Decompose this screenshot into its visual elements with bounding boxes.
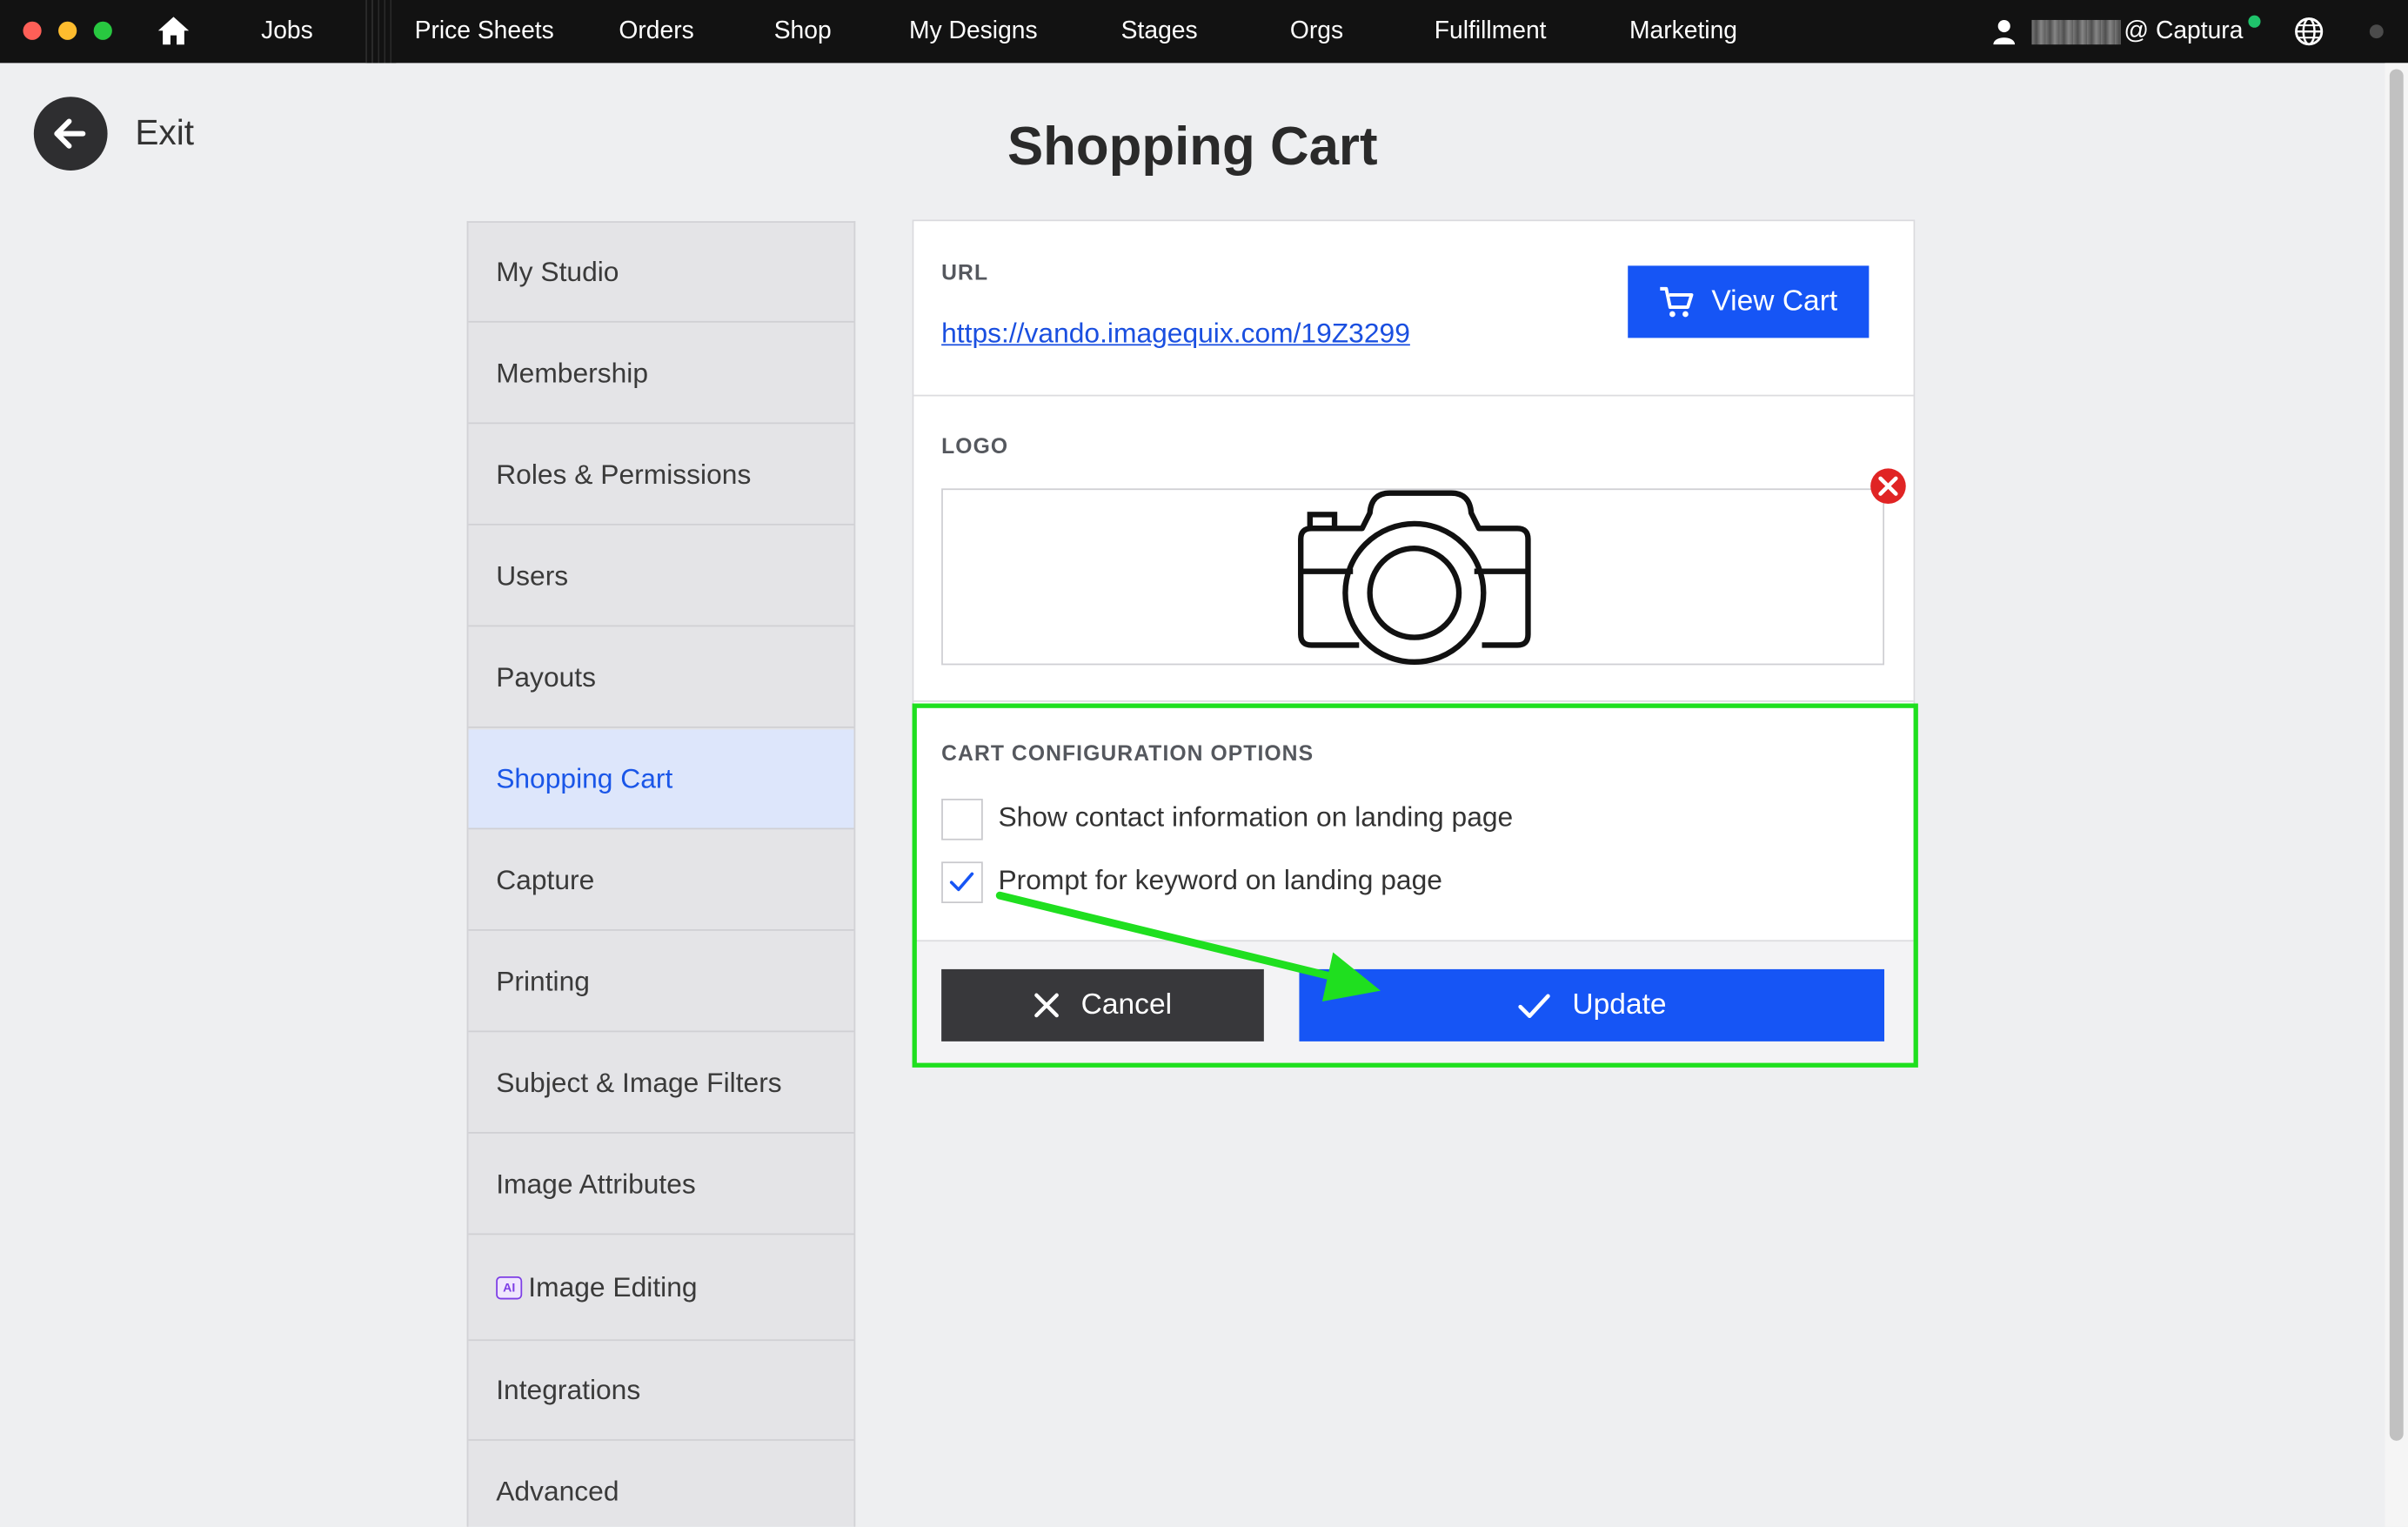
nav-divider: [365, 0, 397, 64]
sidebar-item-users[interactable]: Users: [468, 527, 854, 627]
sidebar-item-payouts[interactable]: Payouts: [468, 628, 854, 728]
sidebar-item-label: Printing: [496, 965, 590, 996]
page-scrollbar[interactable]: [2385, 63, 2408, 1527]
sidebar-item-subject-image-filters[interactable]: Subject & Image Filters: [468, 1034, 854, 1134]
sidebar-item-label: Shopping Cart: [496, 762, 673, 794]
keyword-prompt-checkbox[interactable]: [941, 861, 983, 903]
close-icon: [1034, 993, 1059, 1018]
sidebar-item-label: Subject & Image Filters: [496, 1067, 782, 1098]
nav-orgs[interactable]: Orgs: [1290, 0, 1343, 63]
window-close-button[interactable]: [23, 21, 42, 40]
section-divider: [913, 394, 1914, 397]
cart-url-link[interactable]: https://vando.imagequix.com/19Z3299: [941, 318, 1410, 350]
online-status-dot: [2248, 15, 2261, 28]
ai-badge-icon: AI: [496, 1276, 523, 1300]
sidebar-item-label: Image Editing: [528, 1271, 698, 1303]
sidebar-item-label: Capture: [496, 863, 595, 895]
update-button[interactable]: Update: [1299, 968, 1885, 1041]
sidebar-item-integrations[interactable]: Integrations: [468, 1341, 854, 1441]
contact-info-option-label[interactable]: Show contact information on landing page: [998, 801, 1513, 834]
sidebar-item-printing[interactable]: Printing: [468, 933, 854, 1033]
top-navigation-bar: Jobs Price Sheets Orders Shop My Designs…: [0, 0, 2408, 64]
nav-stages[interactable]: Stages: [1121, 0, 1198, 63]
sidebar-item-image-attributes[interactable]: Image Attributes: [468, 1135, 854, 1236]
settings-sidebar: My Studio Membership Roles & Permissions…: [466, 221, 856, 1527]
scrollbar-thumb[interactable]: [2389, 69, 2404, 1441]
sidebar-item-shopping-cart[interactable]: Shopping Cart: [468, 729, 854, 830]
sidebar-item-label: Advanced: [496, 1475, 619, 1506]
user-icon[interactable]: [1992, 18, 2017, 45]
sidebar-item-advanced[interactable]: Advanced: [468, 1443, 853, 1527]
url-section-label: URL: [941, 259, 989, 285]
sidebar-item-label: Membership: [496, 357, 649, 388]
page-title: Shopping Cart: [1007, 117, 1378, 177]
checkmark-icon: [1518, 993, 1550, 1018]
contact-info-checkbox[interactable]: [941, 798, 983, 841]
keyword-prompt-option-label[interactable]: Prompt for keyword on landing page: [998, 865, 1441, 897]
nav-fulfillment[interactable]: Fulfillment: [1435, 0, 1547, 63]
cancel-label: Cancel: [1080, 988, 1173, 1021]
sidebar-item-membership[interactable]: Membership: [468, 324, 854, 425]
section-divider: [913, 700, 1914, 702]
sidebar-item-label: Users: [496, 559, 569, 591]
nav-jobs[interactable]: Jobs: [261, 0, 313, 63]
globe-icon[interactable]: [2294, 17, 2324, 46]
nav-price-sheets[interactable]: Price Sheets: [415, 0, 554, 63]
nav-my-designs[interactable]: My Designs: [909, 0, 1038, 63]
view-cart-label: View Cart: [1711, 285, 1838, 318]
cart-options-label: CART CONFIGURATION OPTIONS: [941, 740, 1314, 766]
sidebar-item-label: Integrations: [496, 1374, 641, 1405]
camera-icon: [1298, 490, 1531, 666]
sidebar-item-label: Payouts: [496, 660, 597, 693]
sidebar-item-my-studio[interactable]: My Studio: [468, 223, 854, 323]
window-zoom-button[interactable]: [93, 21, 112, 40]
update-label: Update: [1572, 988, 1667, 1021]
sidebar-item-capture[interactable]: Capture: [468, 831, 854, 931]
sidebar-item-label: My Studio: [496, 255, 619, 287]
shopping-cart-icon: [1661, 286, 1695, 317]
nav-marketing[interactable]: Marketing: [1629, 0, 1737, 63]
sidebar-item-label: Roles & Permissions: [496, 458, 752, 490]
nav-shop[interactable]: Shop: [774, 0, 832, 63]
nav-orders[interactable]: Orders: [619, 0, 693, 63]
home-icon[interactable]: [157, 16, 191, 46]
sidebar-item-roles-permissions[interactable]: Roles & Permissions: [468, 425, 854, 526]
checkmark-icon: [949, 872, 974, 892]
app-window: Jobs Price Sheets Orders Shop My Designs…: [0, 0, 2408, 1527]
user-name-redacted[interactable]: [2031, 19, 2121, 45]
close-circle-icon[interactable]: [1869, 467, 1907, 506]
view-cart-button[interactable]: View Cart: [1628, 265, 1870, 338]
cancel-button[interactable]: Cancel: [941, 968, 1264, 1041]
sidebar-item-image-editing[interactable]: AI Image Editing: [468, 1236, 854, 1342]
sidebar-item-label: Image Attributes: [496, 1168, 696, 1199]
window-minimize-button[interactable]: [58, 21, 77, 40]
user-org-label[interactable]: @ Captura: [2124, 0, 2243, 63]
more-menu-dot[interactable]: [2369, 24, 2384, 39]
logo-section-label: LOGO: [941, 432, 1009, 459]
